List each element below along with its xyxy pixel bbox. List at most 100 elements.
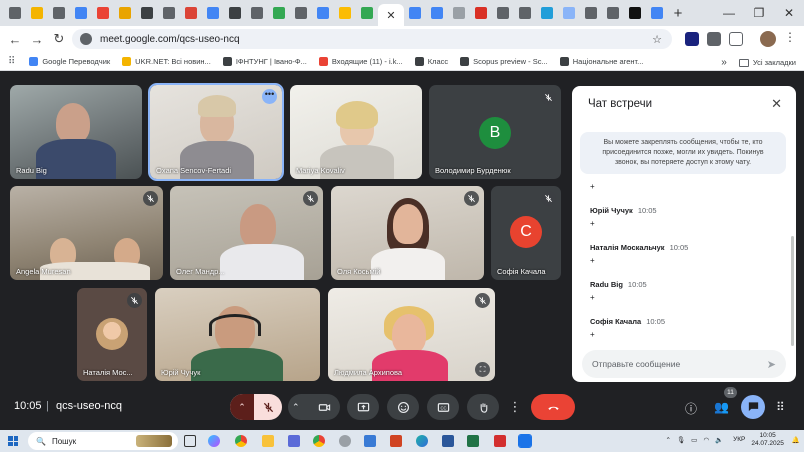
powerpoint-icon[interactable] — [390, 435, 402, 447]
browser-tab[interactable] — [224, 3, 246, 23]
url-field[interactable]: meet.google.com/qcs-useo-ncq ☆ — [72, 29, 672, 49]
chat-scrollbar[interactable] — [791, 236, 794, 346]
excel-icon[interactable] — [467, 435, 479, 447]
browser-menu-icon[interactable]: ⋮ — [784, 30, 796, 44]
browser-tab[interactable] — [448, 3, 470, 23]
participant-tile[interactable]: Олег Мандр... — [170, 186, 323, 280]
apps-grid-icon[interactable]: ⠿ — [8, 56, 15, 67]
chat-message-input[interactable]: Отправьте сообщение ➤ — [582, 350, 786, 378]
browser-tab[interactable] — [646, 3, 668, 23]
file-explorer-icon[interactable] — [262, 435, 274, 447]
participant-tile[interactable]: Наталія Мос... — [77, 288, 147, 381]
close-icon[interactable]: ✕ — [771, 96, 782, 112]
bookmark-item[interactable]: UKR.NET: Всі новин... — [122, 56, 211, 66]
browser-tab[interactable] — [180, 3, 202, 23]
notification-icon[interactable]: 🔔 — [792, 436, 800, 444]
tray-chevron-icon[interactable]: ⌃ — [665, 436, 670, 444]
browser-tab[interactable] — [136, 3, 158, 23]
volume-icon[interactable]: 🔈 — [715, 436, 723, 444]
chrome-taskbar-icon[interactable] — [313, 435, 325, 447]
browser-tab[interactable] — [334, 3, 356, 23]
back-arrow-icon[interactable]: ← — [4, 32, 26, 47]
chevron-up-icon[interactable]: ⌃ — [292, 402, 300, 413]
participant-tile[interactable]: Radu Big — [10, 85, 142, 179]
reload-icon[interactable]: ↻ — [48, 31, 70, 47]
browser-tab[interactable] — [4, 3, 26, 23]
browser-tab[interactable] — [158, 3, 180, 23]
chrome-profile-icon[interactable] — [339, 435, 351, 447]
new-tab-icon[interactable]: + — [668, 5, 688, 22]
bookmark-item[interactable]: Входящие (11) - i.k... — [318, 56, 403, 66]
browser-tab[interactable] — [356, 3, 378, 23]
network-icon[interactable]: ▭ — [691, 436, 697, 444]
present-screen-button[interactable] — [347, 394, 379, 420]
browser-tab[interactable] — [92, 3, 114, 23]
participant-tile[interactable]: ⛶ Людмила Архипова — [328, 288, 495, 381]
mic-toggle-button[interactable]: ⌃ — [230, 394, 282, 420]
leave-call-button[interactable] — [531, 394, 575, 420]
word-icon[interactable] — [442, 435, 454, 447]
send-icon[interactable]: ➤ — [767, 358, 776, 371]
wps-icon[interactable] — [494, 435, 506, 447]
captions-button[interactable]: CC — [427, 394, 459, 420]
photos-icon[interactable] — [364, 435, 376, 447]
chat-button[interactable] — [741, 395, 765, 419]
input-language[interactable]: УКР — [733, 436, 745, 443]
participant-tile[interactable]: Angela Muresan — [10, 186, 163, 280]
browser-tab[interactable] — [70, 3, 92, 23]
close-window-icon[interactable]: ✕ — [774, 6, 804, 20]
more-bookmarks-icon[interactable]: » — [721, 57, 727, 68]
browser-tab[interactable] — [624, 3, 646, 23]
more-options-button[interactable]: ⋮ — [505, 394, 525, 420]
bookmark-item[interactable]: Національне агент... — [559, 56, 643, 66]
browser-tab[interactable] — [404, 3, 426, 23]
browser-tab[interactable] — [558, 3, 580, 23]
task-view-icon[interactable] — [184, 435, 196, 447]
windows-start-icon[interactable] — [8, 436, 18, 446]
participant-tile[interactable]: Юрій Чучук — [155, 288, 320, 381]
active-browser-tab[interactable]: ✕ — [378, 4, 404, 26]
browser-tab[interactable] — [312, 3, 334, 23]
browser-tab[interactable] — [268, 3, 290, 23]
site-info-icon[interactable] — [80, 33, 92, 45]
chrome-taskbar-icon[interactable] — [235, 435, 247, 447]
close-tab-icon[interactable]: ✕ — [386, 9, 395, 22]
more-options-icon[interactable]: ••• — [262, 89, 277, 104]
chevron-up-icon[interactable]: ⌃ — [230, 394, 254, 420]
meeting-info-icon[interactable]: ⓘ — [685, 400, 697, 417]
save-icon[interactable] — [288, 435, 300, 447]
restore-icon[interactable]: ❐ — [744, 6, 774, 20]
extension-icon[interactable] — [685, 32, 699, 46]
camera-toggle-button[interactable]: ⌃ — [288, 394, 340, 420]
activities-icon[interactable]: ⠿ — [776, 400, 785, 414]
taskbar-clock[interactable]: 10:05 24.07.2025 — [751, 432, 784, 448]
browser-tab[interactable] — [290, 3, 312, 23]
browser-tab[interactable] — [26, 3, 48, 23]
edge-icon[interactable] — [416, 435, 428, 447]
participant-tile[interactable]: С Софія Качала — [491, 186, 561, 280]
bookmark-star-icon[interactable]: ☆ — [652, 33, 662, 46]
minimize-icon[interactable]: — — [714, 6, 744, 20]
frame-icon[interactable]: ⛶ — [475, 362, 490, 377]
browser-tab[interactable] — [580, 3, 602, 23]
browser-tab[interactable] — [602, 3, 624, 23]
copilot-icon[interactable] — [208, 435, 220, 447]
participant-tile[interactable]: ••• Oxana Sencov-Fertadi — [148, 83, 284, 181]
all-bookmarks-link[interactable]: Усі закладки — [753, 58, 796, 67]
browser-tab[interactable] — [492, 3, 514, 23]
browser-tab[interactable] — [48, 3, 70, 23]
participant-tile[interactable]: Оля Косьмій — [331, 186, 484, 280]
bookmark-item[interactable]: Google Переводчик — [29, 56, 110, 66]
forward-arrow-icon[interactable]: → — [26, 32, 48, 47]
raise-hand-button[interactable] — [467, 394, 499, 420]
browser-tab[interactable] — [202, 3, 224, 23]
browser-tab[interactable] — [470, 3, 492, 23]
more-vert-icon[interactable]: ⋮ — [509, 399, 522, 415]
meet-window-icon[interactable] — [518, 434, 532, 448]
mic-tray-icon[interactable]: 🎙 — [677, 436, 685, 444]
reactions-button[interactable] — [387, 394, 419, 420]
bookmark-item[interactable]: ІФНТУНГ | Івано-Ф... — [222, 56, 307, 66]
wifi-icon[interactable]: ◠ — [703, 436, 709, 444]
people-icon[interactable]: 👥 — [714, 400, 729, 414]
extension-icon[interactable] — [707, 32, 721, 46]
